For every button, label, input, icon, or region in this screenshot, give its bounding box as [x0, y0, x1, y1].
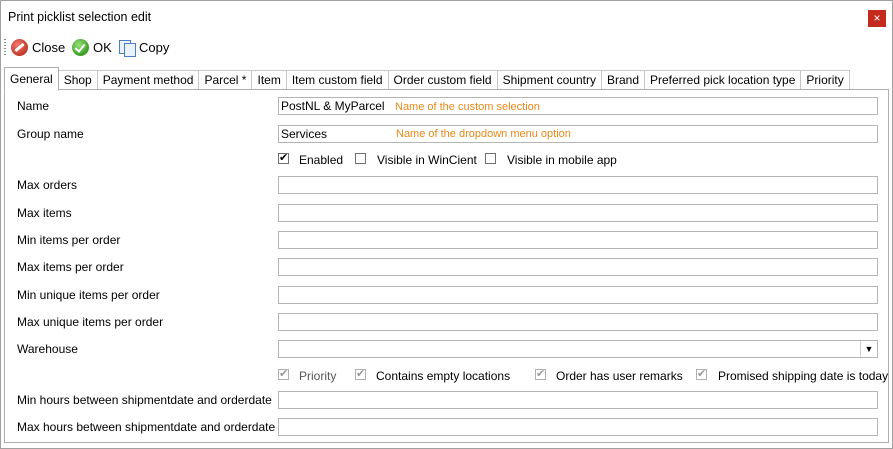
tab-preferred-pick-location-type[interactable]: Preferred pick location type	[645, 70, 802, 90]
tab-strip: General Shop Payment method Parcel * Ite…	[4, 67, 850, 91]
enabled-checkbox[interactable]	[278, 151, 289, 164]
contains-empty-checkbox[interactable]	[355, 367, 366, 380]
min-items-per-order-label: Min items per order	[17, 233, 121, 247]
group-name-input[interactable]: Services	[278, 125, 878, 143]
toolbar: Close OK Copy	[1, 36, 892, 60]
promised-today-label: Promised shipping date is today	[718, 369, 889, 383]
min-unique-items-label: Min unique items per order	[17, 288, 160, 302]
max-unique-items-label: Max unique items per order	[17, 315, 164, 329]
tab-item-custom-field[interactable]: Item custom field	[286, 70, 389, 90]
max-items-per-order-label: Max items per order	[17, 260, 124, 274]
max-orders-label: Max orders	[17, 178, 78, 192]
tab-shop[interactable]: Shop	[58, 70, 98, 90]
visible-mobile-label: Visible in mobile app	[507, 153, 617, 167]
check-circle-icon	[72, 38, 89, 56]
priority-label: Priority	[299, 369, 337, 383]
tab-order-custom-field[interactable]: Order custom field	[388, 70, 498, 90]
tab-parcel[interactable]: Parcel *	[199, 70, 253, 90]
tab-item[interactable]: Item	[252, 70, 287, 90]
min-unique-items-input[interactable]	[278, 286, 878, 304]
min-hours-input[interactable]	[278, 391, 878, 409]
window-title: Print picklist selection edit	[8, 10, 152, 24]
user-remarks-checkbox[interactable]	[535, 367, 546, 380]
user-remarks-label: Order has user remarks	[556, 369, 683, 383]
copy-button-label: Copy	[139, 39, 170, 55]
dialog-window: Print picklist selection edit × Close OK…	[0, 0, 893, 449]
tab-shipment-country[interactable]: Shipment country	[497, 70, 602, 90]
priority-checkbox[interactable]	[278, 367, 289, 380]
close-button[interactable]: Close	[11, 37, 65, 57]
tab-priority[interactable]: Priority	[801, 70, 850, 90]
close-button-label: Close	[32, 39, 66, 55]
copy-button[interactable]: Copy	[118, 37, 169, 57]
visible-wincient-checkbox[interactable]	[355, 153, 366, 164]
enabled-label: Enabled	[299, 153, 344, 167]
title-bar: Print picklist selection edit ×	[1, 1, 892, 33]
name-hint: Name of the custom selection	[395, 101, 540, 113]
group-name-hint: Name of the dropdown menu option	[396, 128, 571, 140]
max-orders-input[interactable]	[278, 176, 878, 194]
tab-brand[interactable]: Brand	[601, 70, 645, 90]
warehouse-label: Warehouse	[17, 342, 78, 356]
group-name-label: Group name	[17, 127, 84, 141]
max-hours-label: Max hours between shipmentdate and order…	[17, 420, 276, 434]
max-items-input[interactable]	[278, 204, 878, 222]
max-items-per-order-input[interactable]	[278, 258, 878, 276]
toolbar-grip[interactable]	[4, 39, 6, 55]
copy-icon	[118, 39, 136, 57]
promised-today-checkbox[interactable]	[696, 367, 707, 380]
min-hours-label: Min hours between shipmentdate and order…	[17, 393, 272, 407]
tab-payment-method[interactable]: Payment method	[97, 70, 200, 90]
min-items-per-order-input[interactable]	[278, 231, 878, 249]
name-input[interactable]: PostNL & MyParcel	[278, 97, 878, 115]
ok-button[interactable]: OK	[72, 37, 112, 57]
name-label: Name	[17, 99, 50, 113]
max-unique-items-input[interactable]	[278, 313, 878, 331]
window-close-button[interactable]: ×	[868, 10, 886, 27]
max-items-label: Max items	[17, 206, 72, 220]
group-name-value: Services	[281, 127, 328, 141]
close-circle-icon	[11, 38, 28, 56]
visible-mobile-checkbox[interactable]	[485, 153, 496, 164]
max-hours-input[interactable]	[278, 418, 878, 436]
warehouse-select[interactable]: ▼	[278, 340, 878, 358]
ok-button-label: OK	[93, 39, 112, 55]
contains-empty-label: Contains empty locations	[376, 369, 511, 383]
chevron-down-icon[interactable]: ▼	[860, 341, 877, 357]
name-value: PostNL & MyParcel	[281, 99, 385, 113]
visible-wincient-label: Visible in WinCient	[377, 153, 477, 167]
tab-general[interactable]: General	[4, 67, 59, 91]
